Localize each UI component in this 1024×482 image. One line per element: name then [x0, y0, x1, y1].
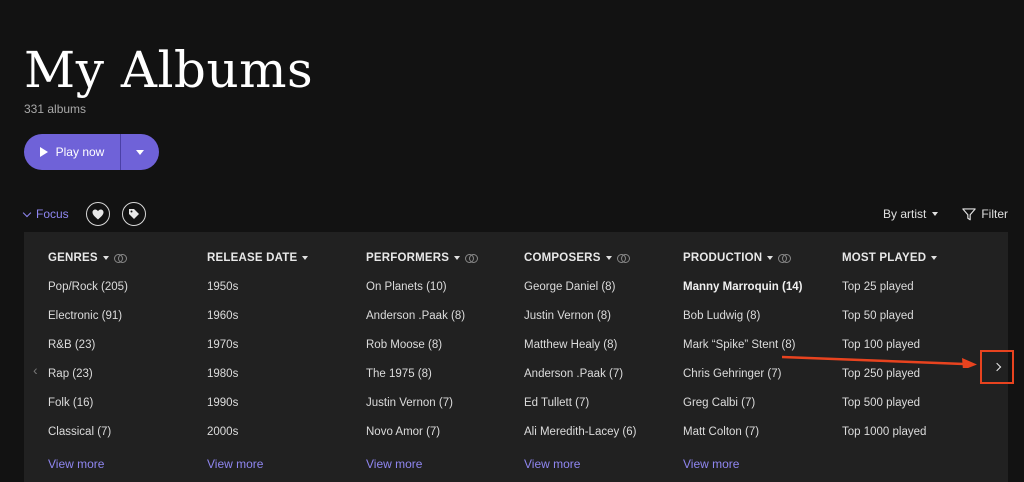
facet-item[interactable]: Bob Ludwig (8): [683, 310, 760, 322]
facet-item[interactable]: Top 500 played: [842, 397, 920, 409]
view-more-link[interactable]: View more: [207, 457, 263, 471]
facet-item[interactable]: 1980s: [207, 368, 238, 380]
caret-down-icon: [136, 149, 144, 155]
focus-toggle[interactable]: Focus: [22, 207, 69, 221]
facet-item[interactable]: R&B (23): [48, 339, 95, 351]
facet-item[interactable]: Justin Vernon (8): [524, 310, 611, 322]
column-header-composers[interactable]: COMPOSERS: [524, 250, 630, 266]
facet-item[interactable]: Classical (7): [48, 426, 111, 438]
facet-item[interactable]: Chris Gehringer (7): [683, 368, 781, 380]
facet-item[interactable]: Top 100 played: [842, 339, 920, 351]
filter-button[interactable]: Filter: [962, 207, 1008, 221]
caret-down-icon: [102, 256, 109, 260]
column-header-production[interactable]: PRODUCTION: [683, 250, 792, 266]
filter-label: Filter: [981, 207, 1008, 221]
caret-down-icon: [605, 256, 612, 260]
column-header-label: GENRES: [48, 252, 98, 264]
facet-item[interactable]: Electronic (91): [48, 310, 122, 322]
favorites-filter-button[interactable]: [86, 202, 110, 226]
play-now-label: Play now: [55, 145, 105, 159]
page-title: My Albums: [24, 41, 314, 99]
facet-item[interactable]: 1990s: [207, 397, 238, 409]
view-more-link[interactable]: View more: [48, 457, 104, 471]
facet-item[interactable]: Folk (16): [48, 397, 93, 409]
facet-item[interactable]: Matt Colton (7): [683, 426, 759, 438]
facet-item[interactable]: Matthew Healy (8): [524, 339, 617, 351]
link-icon: [465, 254, 479, 263]
facet-item[interactable]: George Daniel (8): [524, 281, 615, 293]
annotation-arrow: [782, 355, 977, 368]
column-header-performers[interactable]: PERFORMERS: [366, 250, 479, 266]
column-header-release-date[interactable]: RELEASE DATE: [207, 250, 309, 266]
facet-item[interactable]: Mark “Spike” Stent (8): [683, 339, 795, 351]
caret-down-icon: [931, 256, 938, 260]
link-icon: [778, 254, 792, 263]
facet-item[interactable]: Novo Amor (7): [366, 426, 440, 438]
column-header-label: COMPOSERS: [524, 252, 601, 264]
column-header-most-played[interactable]: MOST PLAYED: [842, 250, 938, 266]
play-icon: [39, 147, 48, 157]
facet-item[interactable]: Justin Vernon (7): [366, 397, 453, 409]
facet-item[interactable]: Greg Calbi (7): [683, 397, 755, 409]
heart-icon: [92, 209, 104, 219]
caret-down-icon: [302, 256, 309, 260]
sort-by-dropdown[interactable]: By artist: [882, 207, 939, 221]
column-header-label: MOST PLAYED: [842, 252, 927, 264]
facet-item[interactable]: 2000s: [207, 426, 238, 438]
facet-item[interactable]: On Planets (10): [366, 281, 447, 293]
facet-item[interactable]: 1950s: [207, 281, 238, 293]
tags-filter-button[interactable]: [122, 202, 146, 226]
view-more-link[interactable]: View more: [683, 457, 739, 471]
play-now-button[interactable]: Play now: [24, 134, 120, 170]
next-page-button[interactable]: [980, 350, 1014, 384]
facet-item[interactable]: Top 25 played: [842, 281, 914, 293]
caret-down-icon: [454, 256, 461, 260]
facet-item[interactable]: 1970s: [207, 339, 238, 351]
focus-bar: Focus: [22, 202, 146, 226]
album-count: 331 albums: [24, 102, 87, 116]
facet-item[interactable]: 1960s: [207, 310, 238, 322]
facet-item[interactable]: Pop/Rock (205): [48, 281, 128, 293]
facet-item[interactable]: Top 250 played: [842, 368, 920, 380]
chevron-left-icon[interactable]: ‹: [33, 362, 38, 378]
column-header-label: PERFORMERS: [366, 252, 450, 264]
column-header-label: PRODUCTION: [683, 252, 763, 264]
column-header-label: RELEASE DATE: [207, 252, 298, 264]
facet-item[interactable]: Rap (23): [48, 368, 93, 380]
funnel-icon: [962, 207, 977, 220]
chevron-down-icon: [22, 208, 32, 217]
tag-icon: [129, 209, 139, 219]
link-icon: [113, 254, 127, 263]
facet-item[interactable]: Ali Meredith-Lacey (6): [524, 426, 636, 438]
view-more-link[interactable]: View more: [366, 457, 422, 471]
view-more-link[interactable]: View more: [524, 457, 580, 471]
play-button-group: Play now: [24, 134, 159, 170]
play-options-dropdown[interactable]: [121, 134, 159, 170]
facet-item[interactable]: Anderson .Paak (7): [524, 368, 623, 380]
caret-down-icon: [767, 256, 774, 260]
facet-item[interactable]: Manny Marroquin (14): [683, 281, 802, 293]
link-icon: [616, 254, 630, 263]
focus-label: Focus: [36, 207, 69, 221]
facet-item[interactable]: Top 50 played: [842, 310, 914, 322]
sort-filter-bar: By artist Filter: [883, 205, 1008, 223]
facet-item[interactable]: The 1975 (8): [366, 368, 432, 380]
facet-item[interactable]: Rob Moose (8): [366, 339, 442, 351]
facet-item[interactable]: Anderson .Paak (8): [366, 310, 465, 322]
column-header-genres[interactable]: GENRES: [48, 250, 127, 266]
sort-label: By artist: [882, 207, 927, 221]
caret-down-icon: [932, 212, 939, 216]
facet-item[interactable]: Ed Tullett (7): [524, 397, 589, 409]
chevron-right-icon: [992, 362, 1002, 372]
facet-item[interactable]: Top 1000 played: [842, 426, 926, 438]
